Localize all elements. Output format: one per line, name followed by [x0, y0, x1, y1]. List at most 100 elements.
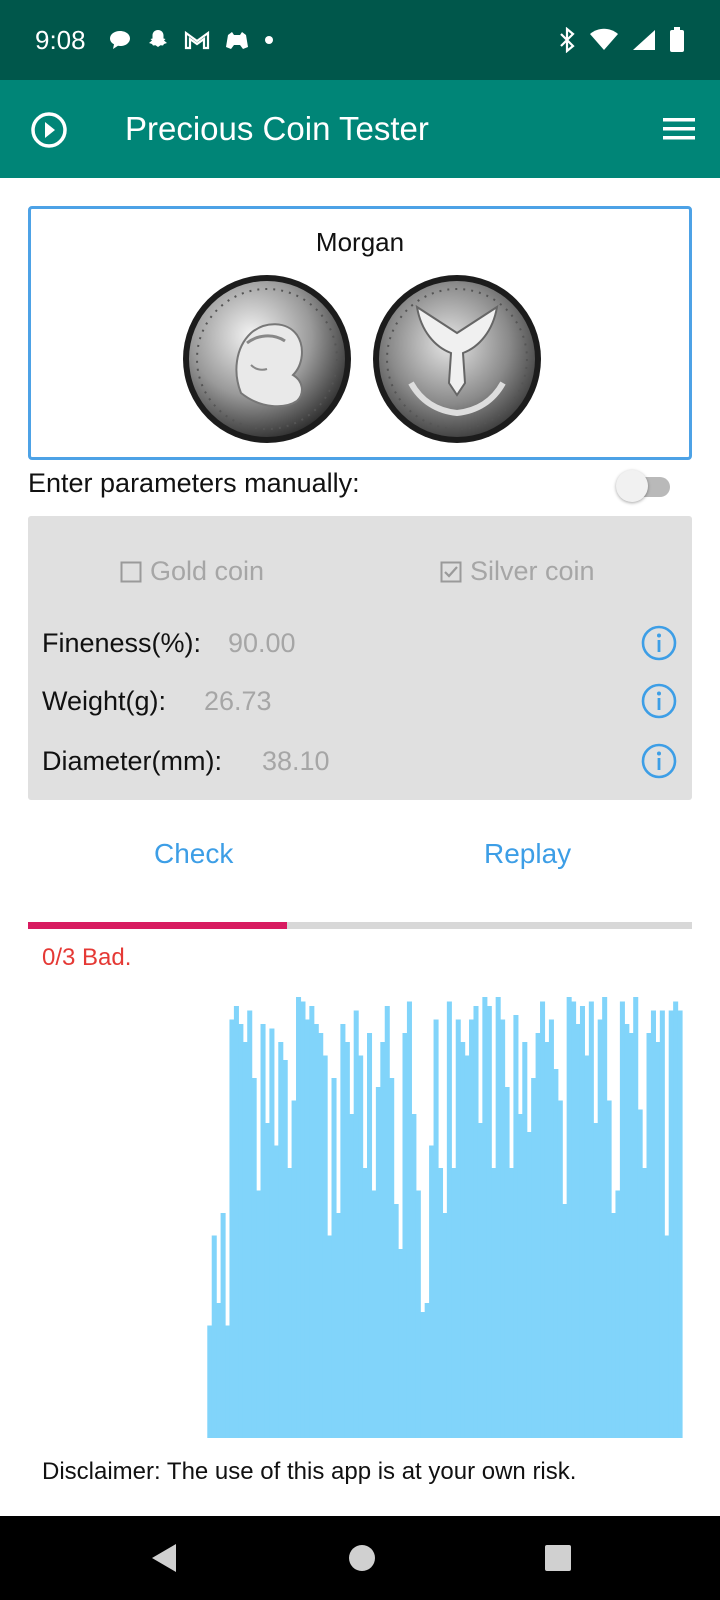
- chart-bar: [402, 1033, 408, 1438]
- chart-bar: [526, 1132, 532, 1438]
- chart-bar: [535, 1033, 541, 1438]
- chart-bar: [411, 1114, 417, 1438]
- chart-bar: [588, 1001, 594, 1438]
- chart-bar: [437, 1168, 444, 1438]
- chart-bar: [335, 1213, 341, 1438]
- chart-bar: [504, 1087, 510, 1438]
- chart-bar: [619, 1001, 625, 1438]
- chart-bar: [571, 1001, 577, 1438]
- chart-bar: [406, 1001, 412, 1438]
- chart-bar: [517, 1114, 523, 1438]
- chart-bar: [482, 997, 488, 1438]
- checked-box-icon: [440, 561, 462, 582]
- coin-reverse-image: [373, 275, 541, 443]
- weight-field[interactable]: 26.73: [204, 686, 272, 717]
- info-icon[interactable]: [640, 742, 678, 780]
- app-title: Precious Coin Tester: [125, 110, 429, 147]
- chart-bar: [393, 1204, 399, 1438]
- diameter-field[interactable]: 38.10: [262, 746, 330, 777]
- play-circle-icon[interactable]: [30, 111, 68, 149]
- chart-bar: [553, 1069, 559, 1438]
- menu-icon[interactable]: [662, 115, 696, 143]
- coin-card[interactable]: Morgan: [28, 206, 692, 460]
- chart-bar: [593, 1123, 599, 1438]
- chart-bar: [460, 1042, 466, 1438]
- chart-bar: [340, 1024, 346, 1438]
- chart-bar: [389, 1078, 395, 1438]
- chart-bar: [664, 1235, 670, 1438]
- chart-bar: [278, 1042, 284, 1438]
- chart-bar: [318, 1033, 324, 1438]
- chart-bar: [562, 1204, 568, 1438]
- chart-bar: [637, 1109, 643, 1438]
- chart-bar: [628, 1033, 634, 1438]
- wifi-icon: [590, 28, 618, 50]
- notification-icons: [108, 28, 274, 52]
- navigation-bar: [0, 1516, 720, 1600]
- chart-bar: [491, 1168, 497, 1438]
- weight-row: Weight(g): 26.73: [42, 682, 678, 722]
- chart-bar: [566, 997, 572, 1438]
- chart-bar: [668, 1010, 674, 1438]
- chart-bar: [615, 1190, 621, 1438]
- silver-coin-checkbox[interactable]: Silver coin: [440, 556, 595, 587]
- gold-coin-checkbox[interactable]: Gold coin: [120, 556, 264, 587]
- chart-bar: [291, 1100, 297, 1438]
- chart-bar: [548, 1019, 554, 1438]
- chart-bar: [349, 1114, 355, 1438]
- chart-bar: [375, 1087, 381, 1438]
- chart-bar: [642, 1168, 648, 1438]
- fineness-row: Fineness(%): 90.00: [42, 624, 678, 664]
- chart-bar: [256, 1190, 262, 1438]
- back-triangle-icon[interactable]: [146, 1538, 184, 1578]
- chart-bar: [540, 1001, 546, 1438]
- chart-bar: [220, 1213, 226, 1438]
- chart-bar: [455, 1019, 461, 1438]
- chart-bar: [367, 1033, 373, 1438]
- chart-bar: [344, 1042, 350, 1438]
- status-bar: 9:08: [0, 0, 720, 80]
- chart-bar: [353, 1010, 359, 1438]
- chart-bar: [433, 1019, 439, 1438]
- chart-bar: [646, 1033, 652, 1438]
- recent-square-icon[interactable]: [538, 1538, 578, 1578]
- chart-bar: [650, 1010, 656, 1438]
- chart-bar: [420, 1312, 426, 1438]
- check-button[interactable]: Check: [154, 838, 233, 870]
- gmail-icon: [184, 30, 209, 50]
- signal-chart: [207, 997, 683, 1438]
- result-text: 0/3 Bad.: [42, 944, 132, 971]
- manual-entry-switch[interactable]: [616, 469, 674, 503]
- chart-bar: [513, 1015, 519, 1438]
- chart-bar: [313, 1024, 319, 1438]
- chart-bar: [309, 1006, 315, 1438]
- chart-bar: [477, 1123, 483, 1438]
- chart-bar: [508, 1168, 515, 1438]
- chart-bar: [486, 1006, 492, 1438]
- unchecked-box-icon: [120, 561, 142, 582]
- chart-bar: [380, 1042, 386, 1438]
- chart-bar: [677, 1010, 683, 1438]
- chart-bar: [260, 1024, 266, 1438]
- dot-icon: [264, 36, 273, 44]
- info-icon[interactable]: [640, 624, 678, 662]
- chart-bar: [362, 1168, 368, 1438]
- chart-bar: [544, 1042, 550, 1438]
- chart-bar: [264, 1123, 270, 1438]
- chart-bar: [296, 997, 302, 1438]
- chart-bar: [606, 1100, 612, 1438]
- chart-bar: [229, 1019, 235, 1438]
- chart-bar: [282, 1060, 288, 1438]
- chart-bar: [464, 1055, 470, 1438]
- home-circle-icon[interactable]: [342, 1538, 382, 1578]
- info-icon[interactable]: [640, 682, 678, 720]
- chart-bar: [633, 997, 639, 1438]
- replay-button[interactable]: Replay: [484, 838, 571, 870]
- app-bar: Precious Coin Tester: [0, 80, 720, 178]
- fineness-field[interactable]: 90.00: [228, 628, 296, 659]
- status-time: 9:08: [35, 24, 86, 55]
- chart-bar: [300, 1001, 306, 1438]
- chart-bar: [304, 1019, 310, 1438]
- chart-bar: [207, 1325, 213, 1438]
- chart-bar: [247, 1010, 253, 1438]
